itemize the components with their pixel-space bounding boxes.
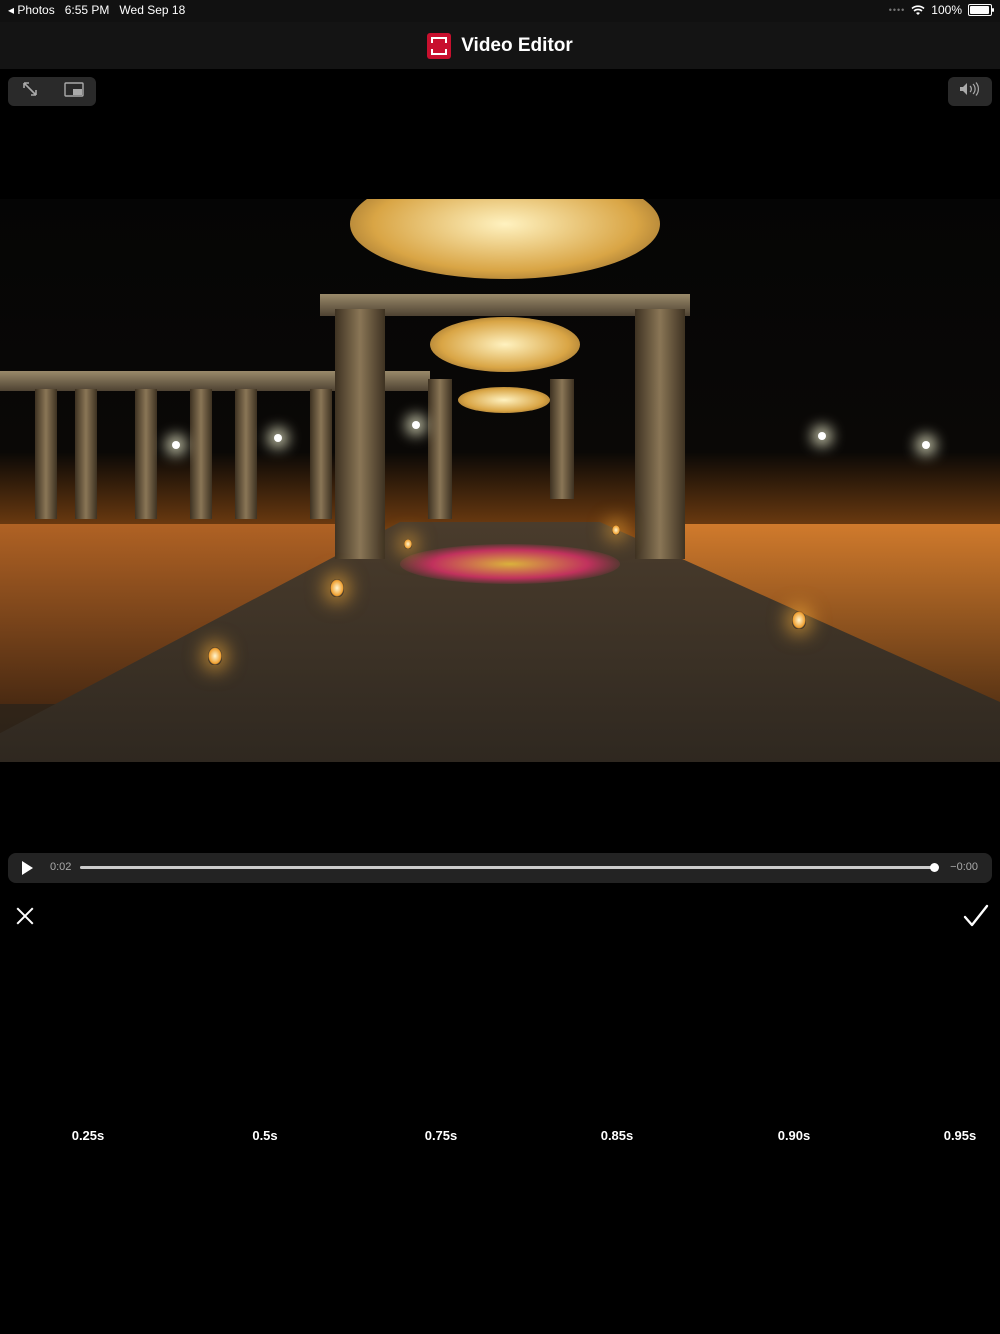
remaining-time: −0:00 <box>950 861 978 873</box>
video-scene-rangoli <box>400 544 620 584</box>
speed-option[interactable]: 0.90s <box>744 1128 844 1143</box>
play-icon[interactable] <box>22 861 33 875</box>
battery-percent: 100% <box>931 3 962 17</box>
video-scene-pillar <box>550 379 574 499</box>
current-time: 0:02 <box>50 861 72 873</box>
volume-icon[interactable] <box>956 82 984 101</box>
player-controls-right <box>948 77 992 106</box>
page-title: Video Editor <box>461 34 573 56</box>
video-scene-pillar <box>635 309 685 559</box>
video-scene-oil-lamp <box>404 539 412 549</box>
expand-icon[interactable] <box>16 81 44 102</box>
speed-option[interactable]: 0.5s <box>215 1128 315 1143</box>
video-scene-light <box>172 441 180 449</box>
picture-in-picture-icon[interactable] <box>60 81 88 102</box>
playback-scrubber: 0:02 −0:00 <box>8 853 992 883</box>
battery-fill <box>970 6 989 14</box>
back-app-label: Photos <box>17 3 55 17</box>
speed-options: 0.25s 0.5s 0.75s 0.85s 0.90s 0.95s <box>0 1128 1000 1152</box>
progress-fill <box>80 866 934 869</box>
speed-option[interactable]: 0.75s <box>391 1128 491 1143</box>
video-scene-oil-lamp <box>330 579 344 597</box>
checkmark-icon[interactable] <box>962 902 990 930</box>
progress-thumb[interactable] <box>930 863 939 872</box>
cellular-signal-icon: •••• <box>888 5 906 15</box>
video-scene-pillar <box>75 389 97 519</box>
video-scene-light <box>274 434 282 442</box>
video-scene-pillar <box>135 389 157 519</box>
video-scene-oil-lamp <box>792 611 806 629</box>
player-controls-left <box>8 77 96 106</box>
video-scene-light <box>922 441 930 449</box>
video-scene-pillar <box>190 389 212 519</box>
close-icon[interactable] <box>14 905 36 927</box>
video-player[interactable]: 0:02 −0:00 <box>0 69 1000 891</box>
film-strip-logo-icon <box>427 32 452 59</box>
progress-track[interactable] <box>80 863 939 872</box>
back-to-app-link[interactable]: ◂ Photos <box>8 3 55 17</box>
video-scene-dome <box>430 317 580 372</box>
nav-bar: Video Editor <box>0 22 1000 69</box>
video-scene-pillar <box>310 389 332 519</box>
battery-icon <box>968 4 994 16</box>
status-date: Wed Sep 18 <box>119 3 186 17</box>
video-scene-pillar <box>335 309 385 559</box>
video-scene-oil-lamp <box>612 525 620 535</box>
speed-option[interactable]: 0.95s <box>910 1128 1000 1143</box>
video-scene-dome <box>350 199 660 279</box>
status-time: 6:55 PM <box>64 3 110 17</box>
video-scene-light <box>412 421 420 429</box>
video-scene-dome <box>458 387 550 413</box>
status-bar: ◂ Photos 6:55 PM Wed Sep 18 •••• 100% <box>0 0 1000 22</box>
wifi-icon <box>911 4 925 15</box>
speed-option[interactable]: 0.25s <box>38 1128 138 1143</box>
video-scene-oil-lamp <box>208 647 222 665</box>
video-frame[interactable] <box>0 199 1000 762</box>
speed-option[interactable]: 0.85s <box>567 1128 667 1143</box>
video-scene-light <box>818 432 826 440</box>
video-scene-pillar <box>35 389 57 519</box>
video-scene-pillar <box>235 389 257 519</box>
video-scene-pillar <box>428 379 452 519</box>
